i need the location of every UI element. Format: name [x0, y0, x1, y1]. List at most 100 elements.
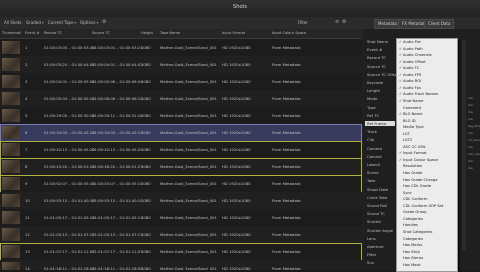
property-item[interactable]: Aperture [367, 244, 384, 249]
col-header-record-tc[interactable]: Record TC [44, 31, 62, 35]
property-item[interactable]: Length [367, 88, 380, 93]
column-menu-item[interactable]: Has Marks [399, 243, 422, 247]
property-item[interactable]: Shutter Angle [367, 228, 393, 233]
column-menu-item[interactable]: LUT2 [399, 138, 412, 142]
table-cell-n: 2 [25, 62, 28, 67]
property-item[interactable]: Circle Take [367, 195, 387, 200]
tab-current-tape[interactable]: Current Tape▾ [46, 19, 79, 26]
column-menu-item[interactable]: Has CDL Grade [399, 184, 431, 188]
property-item[interactable]: Sound Roll [367, 203, 387, 208]
property-item[interactable]: Track [367, 129, 377, 134]
table-row[interactable]: 3 01:00:04:01 – 01:00:05:04 01:00:05:06 – … [0, 73, 362, 91]
property-item[interactable]: Keycode [367, 80, 383, 85]
col-header-input-format[interactable]: Input Format [222, 31, 245, 35]
column-menu-item[interactable]: ✓Audio ROI [399, 79, 421, 83]
column-menu-item[interactable]: Has Stereo [399, 256, 423, 260]
property-item[interactable]: Scene [367, 170, 379, 175]
column-menu-item[interactable]: ✓Input Format [399, 151, 427, 155]
list-view-icon[interactable]: ≡ [335, 19, 339, 25]
tab-graded[interactable]: Graded▾ [24, 19, 46, 26]
column-menu-item[interactable]: Has Mask [399, 263, 421, 267]
property-item[interactable]: Source TC [367, 64, 386, 69]
property-item[interactable]: Mode [367, 96, 377, 101]
table-row[interactable]: 1 01:00:03:00 – 01:00:03:20 01:00:03:01 – … [0, 39, 362, 57]
table-row[interactable]: 11 01:01:00:17 – 01:01:05:13 01:01:00:17 –… [0, 209, 362, 227]
column-menu-item[interactable]: Has Grade [399, 171, 422, 175]
column-menu-item[interactable]: ASC CC XML [399, 145, 426, 149]
settings-icon[interactable]: ⚙ [342, 19, 346, 25]
property-item[interactable]: Camera [367, 146, 382, 151]
column-menu-item[interactable]: ✓Audio TC [399, 66, 419, 70]
column-menu-item[interactable]: Shot Categories [399, 230, 432, 234]
column-menu-item[interactable]: Resolution [399, 164, 422, 168]
tab-client-data[interactable]: Client Data [424, 19, 455, 29]
property-item[interactable]: Type [367, 105, 376, 110]
metadata-value: me [468, 96, 473, 100]
table-row[interactable]: 9 01:00:52:07 – 01:00:55:15 01:00:53:07 – … [0, 175, 362, 193]
column-menu-item[interactable]: Has Strip [399, 250, 420, 254]
col-header-source-tc[interactable]: Source TC [92, 31, 110, 35]
table-row[interactable]: 2 01:00:03:20 – 01:00:04:01 01:00:04:01 – … [0, 56, 362, 74]
column-menu-item[interactable]: Grade Group [399, 210, 427, 214]
property-item[interactable]: Record TC [367, 55, 386, 60]
property-item[interactable]: Shot Name [367, 39, 388, 44]
table-row[interactable]: 14 01:01:16:11 – 01:01:18:05 01:01:16:11 –… [0, 260, 362, 270]
col-header-thumbnail[interactable]: Thumbnail [2, 31, 21, 35]
column-menu-item[interactable]: LUT [399, 132, 410, 136]
col-header-input-colour-space[interactable]: Input Colour Space [272, 31, 306, 35]
column-menu-item[interactable]: Comment [399, 106, 421, 110]
table-row[interactable]: 7 01:00:42:13 – 01:00:45:20 01:00:42:13 – … [0, 141, 362, 159]
col-header-event[interactable]: Event # [25, 31, 39, 35]
property-item[interactable]: Shoot Date [367, 187, 388, 192]
column-menu-item[interactable]: ✓Shot Name [399, 99, 423, 103]
column-menu-item[interactable]: Categories [399, 217, 423, 221]
property-item[interactable]: Filter [367, 252, 376, 257]
table-row[interactable]: 4 01:00:05:04 – 01:00:05:12 01:00:06:06 – … [0, 90, 362, 108]
property-item[interactable]: Clip [367, 137, 374, 142]
property-item[interactable]: Sun [367, 260, 374, 265]
menu-scrollbar[interactable] [462, 40, 466, 250]
tab-metadata[interactable]: Metadata [374, 19, 401, 29]
column-menu-item[interactable]: ✓Audio File [399, 40, 421, 44]
column-menu-item[interactable]: CDL Conform [399, 197, 427, 201]
column-menu-item[interactable]: BLG ID [399, 119, 416, 123]
property-item[interactable]: Shutter [367, 219, 381, 224]
column-menu-item[interactable]: ✓Audio Path [399, 47, 423, 51]
table-row[interactable]: 10 01:00:55:15 – 01:01:00:10 01:00:55:15 –… [0, 192, 362, 210]
column-menu-item[interactable]: Has Grade Change [399, 178, 438, 182]
table-row[interactable]: 13 01:01:07:17 – 01:01:11:07 01:01:07:17 –… [0, 243, 362, 261]
column-menu-item[interactable]: CDL Conform SOP Sat [399, 204, 443, 208]
table-row[interactable]: 5 01:00:29:05 – 01:00:30:16 01:00:29:11 – … [0, 107, 362, 125]
column-menu-item[interactable]: ✓Audio Fps [399, 86, 421, 90]
property-item[interactable]: Ref TC [367, 113, 379, 118]
column-menu-item[interactable]: ✓Audio Track Names [399, 92, 438, 96]
property-item[interactable]: Event # [367, 47, 382, 52]
property-item[interactable]: Labroll [367, 162, 380, 167]
column-menu-item[interactable]: Media Type [399, 125, 424, 129]
column-menu-item[interactable]: Handles [399, 223, 418, 227]
table-row[interactable]: 8 01:00:45:20 – 01:00:51:23 01:00:46:20 – … [0, 158, 362, 176]
settings-icon[interactable]: ⚙ [102, 19, 106, 25]
column-menu-item[interactable]: ✓Input Colour Space [399, 158, 438, 162]
property-item[interactable]: Sound TC [367, 211, 385, 216]
column-menu-item[interactable]: ✓Audio Channels [399, 53, 432, 57]
tab-options[interactable]: Options▾ [78, 19, 100, 26]
table-cell-tape: Mother-Gold_Scene/Sand_001 [160, 181, 217, 186]
column-menu-item[interactable]: ✓BLG Name [399, 112, 423, 116]
column-menu-item[interactable]: Sync [399, 191, 412, 195]
menu-item-label: Resolution [403, 164, 423, 169]
column-menu-item[interactable]: ✓Audio Offset [399, 60, 426, 64]
property-item[interactable]: Take [367, 178, 375, 183]
property-item[interactable]: Lens [367, 236, 376, 241]
column-menu-item[interactable]: ✓Audio FPS [399, 73, 421, 77]
table-row[interactable]: 6 01:00:34:00 – 01:00:42:13 01:00:34:00 – … [0, 124, 362, 142]
shot-thumbnail [2, 109, 20, 122]
col-header-height[interactable]: Height [141, 31, 153, 35]
col-header-tape-name[interactable]: Tape Name [160, 31, 180, 35]
table-row[interactable]: 12 01:01:05:13 – 01:01:07:17 01:01:05:13 –… [0, 226, 362, 244]
column-menu-item[interactable]: Categories [399, 237, 423, 241]
tab-all-shots[interactable]: All Shots [2, 19, 23, 26]
property-item[interactable]: Camroll [367, 154, 382, 159]
property-item[interactable]: Source TC Offset [367, 72, 399, 77]
property-item[interactable]: Ref Frame [365, 121, 395, 126]
